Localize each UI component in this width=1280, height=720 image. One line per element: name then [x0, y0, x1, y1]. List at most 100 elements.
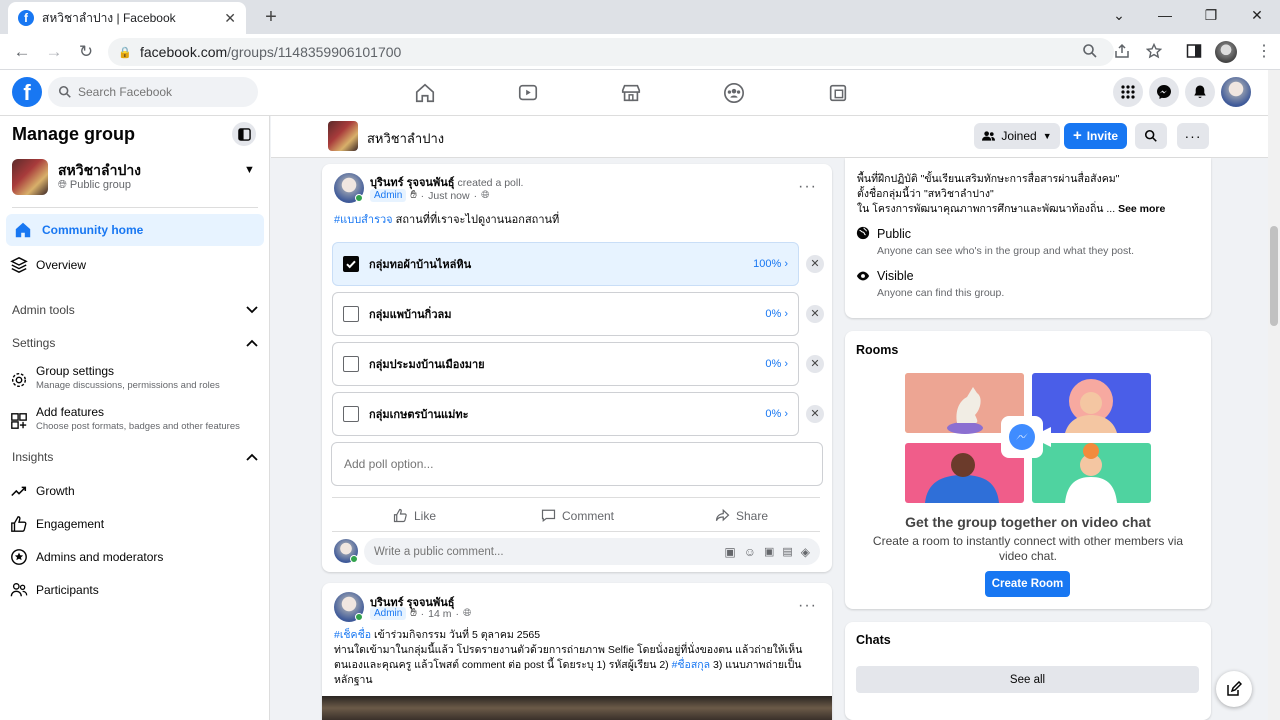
sidebar-item-overview[interactable]: Overview [10, 256, 86, 274]
poll-option-percent[interactable]: 0% › [765, 358, 788, 370]
sidebar-item-engagement[interactable]: Engagement [10, 515, 104, 533]
group-header-name[interactable]: สหวิชาลำปาง [367, 128, 444, 149]
watch-icon[interactable] [515, 80, 541, 106]
post-options-icon[interactable]: ··· [798, 597, 817, 615]
maximize-button[interactable]: ❐ [1197, 4, 1225, 26]
post-photo[interactable] [322, 696, 832, 720]
admin-badge[interactable]: Admin [370, 189, 407, 202]
invite-button[interactable]: + Invite [1064, 123, 1127, 149]
menu-grid-icon[interactable] [1113, 77, 1143, 107]
facebook-header: f [0, 70, 1268, 116]
like-button[interactable]: Like [393, 508, 436, 523]
share-page-icon[interactable] [1114, 43, 1130, 59]
account-avatar[interactable] [1221, 77, 1251, 107]
browser-menu-icon[interactable]: ⋮ [1256, 41, 1272, 61]
bookmark-star-icon[interactable] [1146, 43, 1162, 59]
checkbox-checked[interactable] [343, 256, 359, 272]
groups-icon[interactable] [721, 80, 747, 106]
reload-icon[interactable]: ↻ [74, 40, 98, 64]
new-tab-button[interactable]: + [258, 4, 284, 30]
notifications-bell-icon[interactable] [1185, 77, 1215, 107]
sidebar-item-label: Group settings [36, 364, 115, 378]
camera-icon[interactable]: ▣ [764, 545, 774, 558]
zoom-icon[interactable] [1082, 43, 1098, 59]
poll-option-4[interactable]: กลุ่มเกษตรบ้านแม่ทะ 0% › [332, 392, 799, 436]
poll-option-percent[interactable]: 0% › [765, 408, 788, 420]
create-room-button[interactable]: Create Room [985, 571, 1070, 597]
group-switch-caret-icon[interactable]: ▼ [244, 164, 255, 176]
post-meta: Admin ✋︎ · 14 m · 🌐︎ [370, 607, 471, 620]
caret-down-icon: ▼ [1042, 131, 1052, 141]
add-poll-option-input[interactable] [331, 442, 823, 486]
hashtag-link[interactable]: #แบบสำรวจ [334, 214, 393, 226]
tab-search-icon[interactable]: ⌄ [1105, 4, 1133, 26]
url-bar[interactable]: 🔒 facebook.com/groups/1148359906101700 [108, 38, 1114, 66]
sidebar-item-group-settings[interactable]: Group settings Manage discussions, permi… [10, 364, 220, 391]
facebook-logo-icon[interactable]: f [12, 77, 42, 107]
gaming-icon[interactable] [825, 80, 851, 106]
back-icon[interactable]: ← [10, 40, 34, 64]
comment-box[interactable]: ▣ ☺ ▣ ▤ ◈ [364, 538, 820, 565]
post-options-icon[interactable]: ··· [798, 178, 817, 196]
avatar-sticker-icon[interactable]: ▣ [724, 545, 735, 559]
comment-input[interactable] [374, 545, 719, 558]
home-icon[interactable] [412, 80, 438, 106]
new-message-button[interactable] [1216, 671, 1252, 707]
scrollbar-thumb[interactable] [1270, 226, 1278, 326]
search-input[interactable] [78, 85, 248, 99]
emoji-icon[interactable]: ☺ [744, 545, 756, 559]
page-scrollbar[interactable] [1268, 70, 1280, 720]
see-all-chats-button[interactable]: See all [856, 666, 1199, 693]
close-window-button[interactable]: ✕ [1243, 4, 1271, 26]
rooms-description: Create a room to instantly connect with … [872, 534, 1184, 563]
hashtag-link[interactable]: #ชื่อสกุล [672, 659, 710, 671]
joined-button[interactable]: Joined ▼ [974, 123, 1060, 149]
hashtag-link[interactable]: #เช็คชื่อ [334, 629, 371, 641]
sidebar-item-community-home[interactable]: Community home [6, 214, 264, 246]
checkbox[interactable] [343, 356, 359, 372]
browser-tab[interactable]: f สหวิชาลำปาง | Facebook ✕ [8, 2, 246, 34]
section-settings[interactable]: Settings [12, 336, 258, 350]
poll-option-percent[interactable]: 0% › [765, 308, 788, 320]
remove-option-icon[interactable]: ✕ [806, 305, 824, 323]
profile-avatar[interactable] [1215, 41, 1237, 63]
collapse-sidebar-icon[interactable] [232, 122, 256, 146]
group-thumbnail[interactable] [12, 159, 48, 195]
close-tab-icon[interactable]: ✕ [224, 10, 236, 27]
section-insights[interactable]: Insights [12, 450, 258, 464]
checkbox[interactable] [343, 406, 359, 422]
section-admin-tools[interactable]: Admin tools [12, 303, 258, 317]
poll-option-2[interactable]: กลุ่มแพบ้านกิ่วลม 0% › [332, 292, 799, 336]
minimize-button[interactable]: — [1151, 4, 1179, 26]
side-panel-icon[interactable] [1186, 43, 1202, 59]
remove-option-icon[interactable]: ✕ [806, 355, 824, 373]
forward-icon[interactable]: → [42, 40, 66, 64]
comment-button[interactable]: Comment [541, 508, 614, 523]
poll-option-percent[interactable]: 100% › [753, 258, 788, 270]
remove-option-icon[interactable]: ✕ [806, 255, 824, 273]
sidebar-item-add-features[interactable]: Add features Choose post formats, badges… [10, 405, 240, 432]
sidebar-item-participants[interactable]: Participants [10, 581, 99, 599]
sidebar-item-admins[interactable]: Admins and moderators [10, 548, 163, 566]
gif-icon[interactable]: ▤ [782, 545, 792, 558]
group-search-button[interactable] [1135, 123, 1167, 149]
poll-option-3[interactable]: กลุ่มประมงบ้านเมืองมาย 0% › [332, 342, 799, 386]
marketplace-icon[interactable] [618, 80, 644, 106]
author-name[interactable]: บุรินทร์ รุจจนพันธุ์ [370, 177, 454, 189]
search-box[interactable] [48, 77, 258, 107]
poll-option-label: กลุ่มเกษตรบ้านแม่ทะ [369, 409, 469, 421]
post-time[interactable]: 14 m [428, 608, 451, 620]
sidebar-item-label: Overview [36, 258, 87, 272]
group-header-thumbnail[interactable] [328, 121, 358, 151]
sticker-icon[interactable]: ◈ [801, 545, 810, 559]
post-time[interactable]: Just now [428, 190, 469, 202]
remove-option-icon[interactable]: ✕ [806, 405, 824, 423]
admin-badge[interactable]: Admin [370, 607, 407, 620]
see-more-link[interactable]: See more [1118, 203, 1165, 215]
checkbox[interactable] [343, 306, 359, 322]
share-button[interactable]: Share [715, 508, 768, 523]
poll-option-1[interactable]: กลุ่มทอผ้าบ้านไหล่หิน 100% › [332, 242, 799, 286]
messenger-icon[interactable] [1149, 77, 1179, 107]
sidebar-item-growth[interactable]: Growth [10, 482, 75, 500]
group-more-button[interactable]: ··· [1177, 123, 1209, 149]
